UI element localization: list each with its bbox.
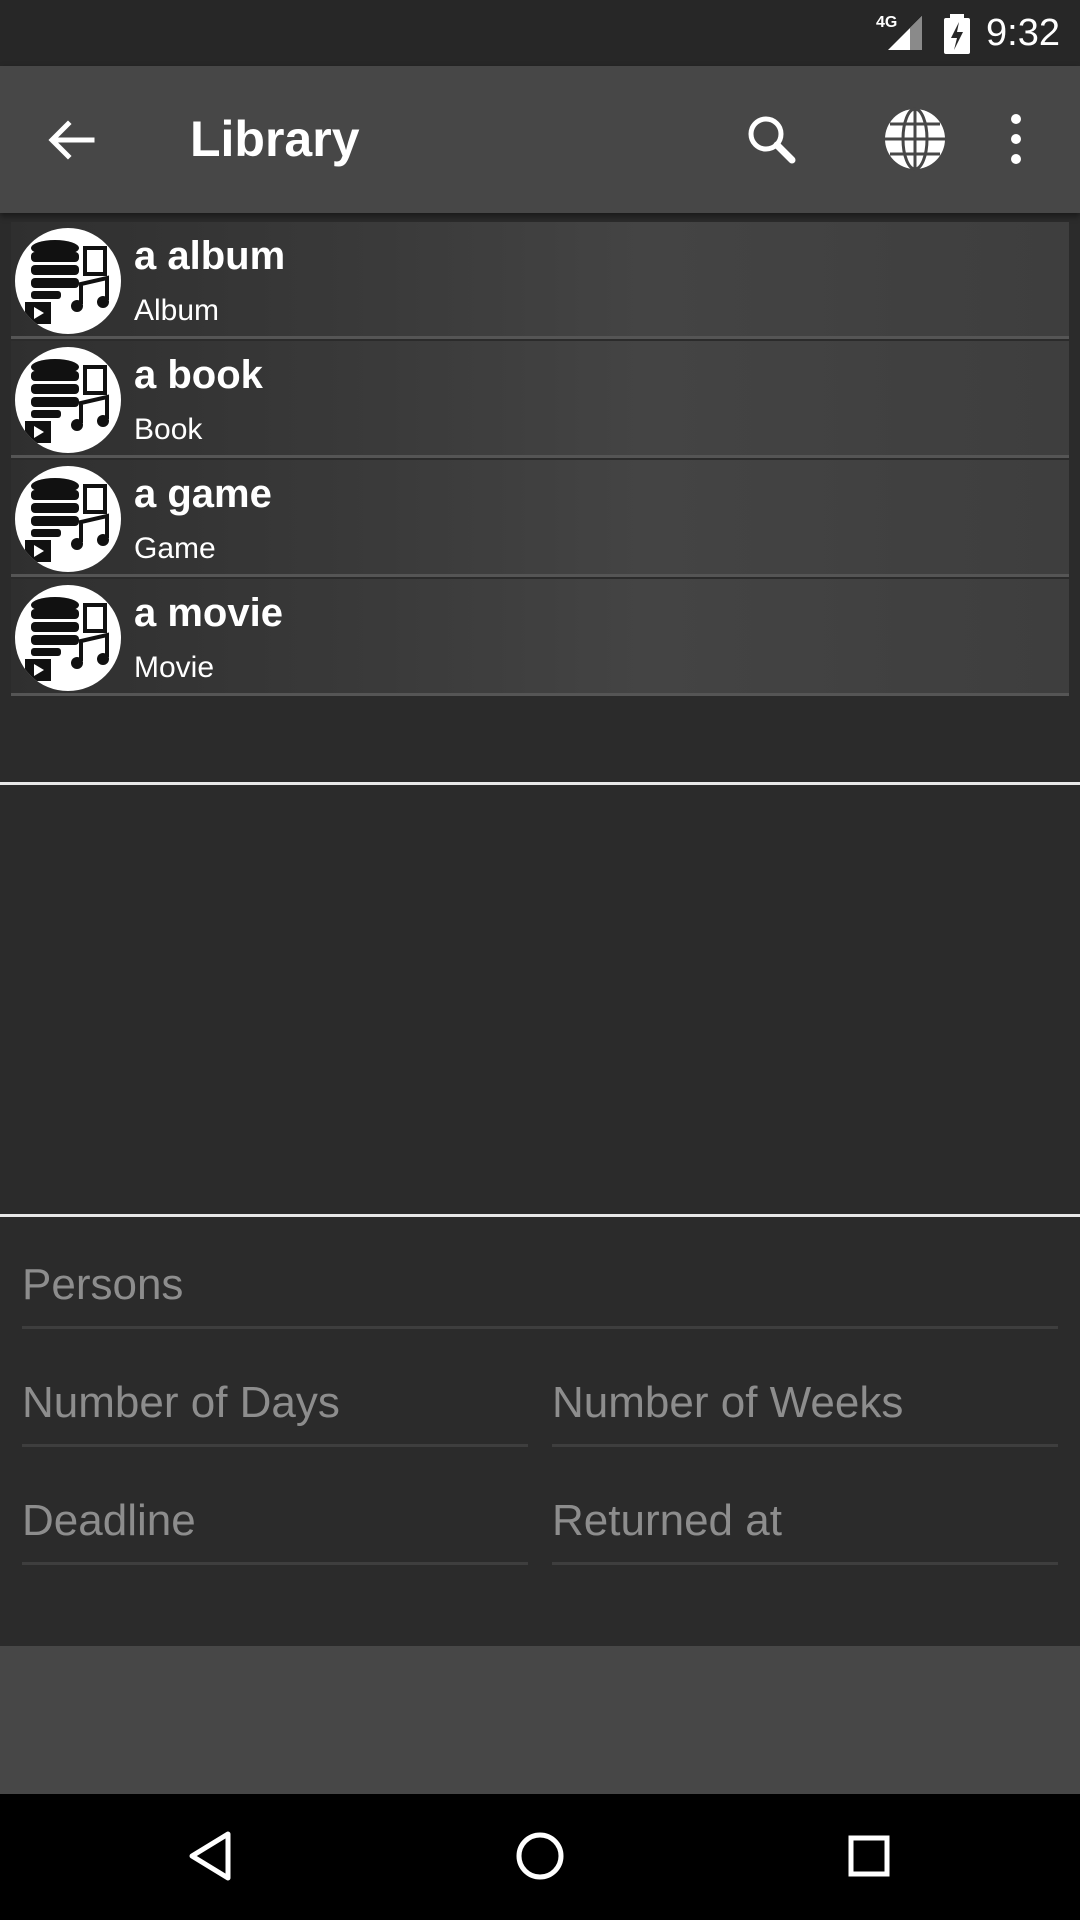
navigation-bar [0, 1794, 1080, 1920]
nav-home-button[interactable] [495, 1816, 585, 1896]
weeks-field [552, 1364, 1058, 1447]
list-item[interactable]: a book Book [11, 341, 1069, 458]
returned-field [552, 1482, 1058, 1565]
back-arrow-icon [48, 120, 95, 160]
deadline-input[interactable] [22, 1496, 528, 1546]
media-library-icon [15, 585, 121, 691]
nav-back-button[interactable] [166, 1816, 256, 1896]
app-bar: Library [0, 66, 1080, 213]
search-button[interactable] [728, 96, 814, 182]
number-of-weeks-input[interactable] [552, 1378, 1058, 1428]
search-icon [748, 116, 796, 164]
deadline-field [22, 1482, 528, 1565]
item-title: a album [134, 234, 286, 278]
divider [0, 782, 1080, 785]
more-options-button[interactable] [990, 96, 1042, 182]
item-type: Movie [134, 651, 215, 684]
footer-panel [0, 1646, 1080, 1794]
media-library-icon [15, 347, 121, 453]
page-title: Library [190, 111, 360, 167]
more-vert-icon [1011, 114, 1021, 164]
persons-input[interactable] [22, 1260, 1058, 1310]
nav-home-icon [516, 1832, 564, 1880]
item-title: a book [134, 353, 263, 397]
item-title: a movie [134, 591, 283, 635]
days-field [22, 1364, 528, 1447]
media-library-icon [15, 466, 121, 572]
language-button[interactable] [872, 96, 958, 182]
number-of-days-input[interactable] [22, 1378, 528, 1428]
globe-icon [885, 107, 945, 171]
item-type: Album [134, 294, 220, 327]
divider [0, 1214, 1080, 1217]
clock: 9:32 [986, 12, 1060, 54]
persons-field [22, 1246, 1058, 1329]
item-title: a game [134, 472, 272, 516]
nav-recents-icon [848, 1835, 890, 1877]
media-library-icon [15, 228, 121, 334]
back-button[interactable] [30, 102, 110, 182]
returned-at-input[interactable] [552, 1496, 1058, 1546]
nav-back-icon [189, 1831, 231, 1881]
item-type: Book [134, 413, 203, 446]
list-item[interactable]: a album Album [11, 222, 1069, 339]
nav-recents-button[interactable] [824, 1816, 914, 1896]
list-item[interactable]: a game Game [11, 460, 1069, 577]
battery-charging-icon [944, 14, 970, 54]
signal-icon [888, 16, 922, 50]
list-item[interactable]: a movie Movie [11, 579, 1069, 696]
item-type: Game [134, 532, 216, 565]
status-bar: 4G 9:32 [0, 0, 1080, 66]
